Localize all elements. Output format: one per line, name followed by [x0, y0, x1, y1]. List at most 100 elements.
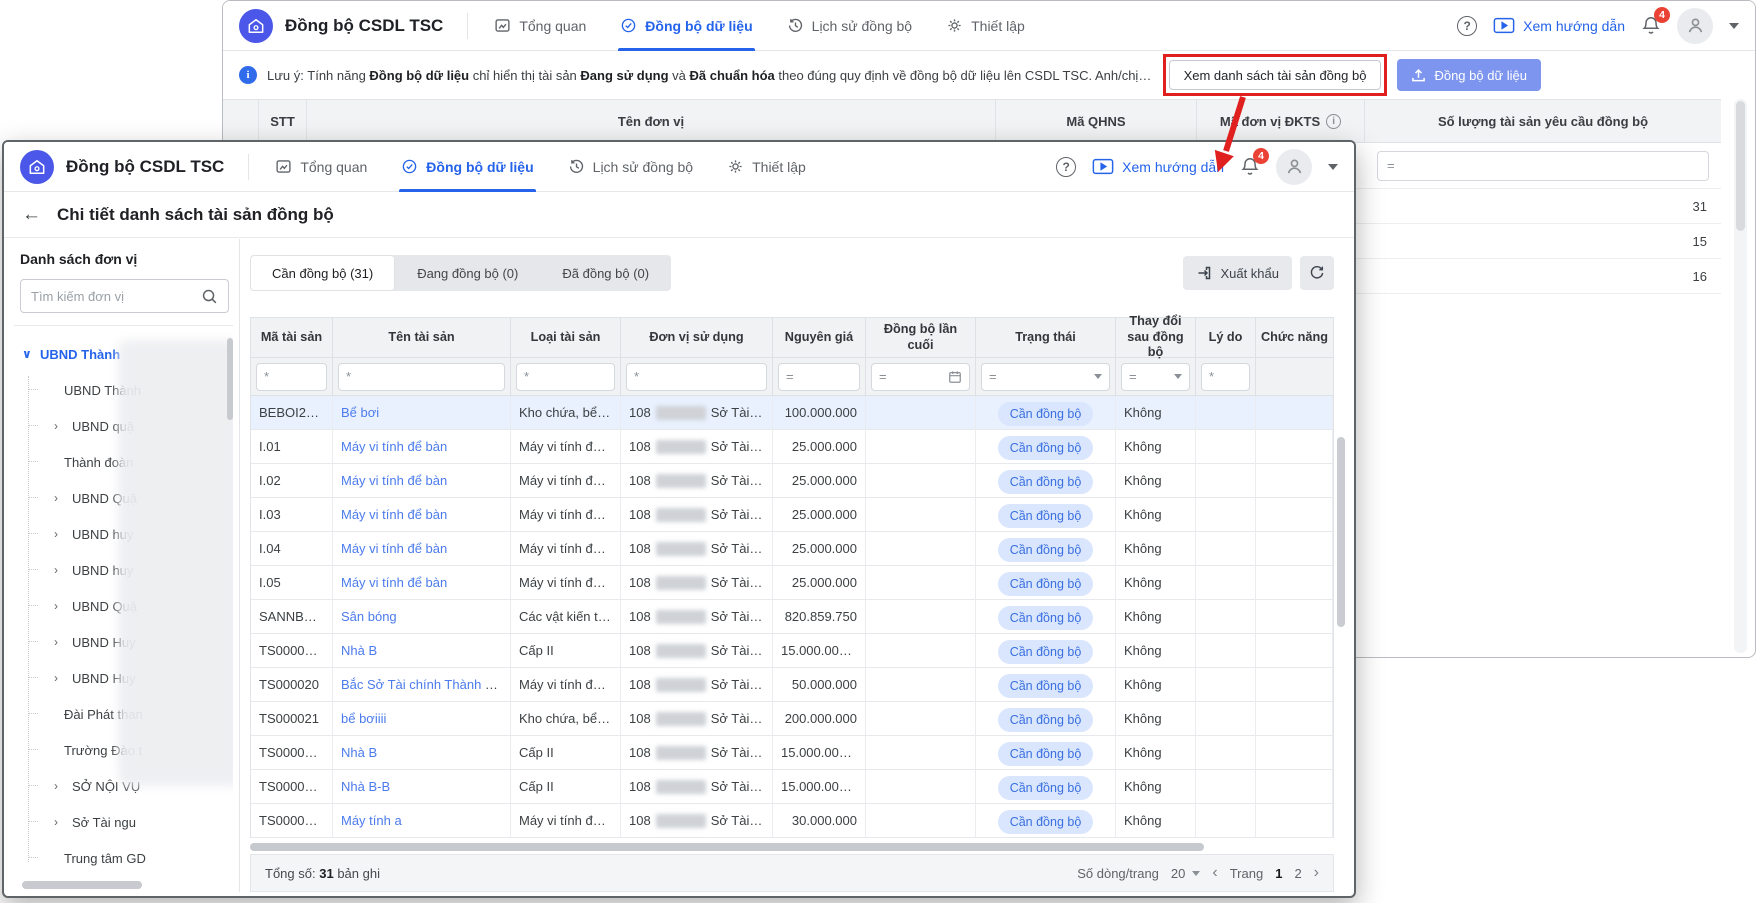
asset-row[interactable]: I.02 Máy vi tính để bàn Máy vi tính để b…	[251, 464, 1333, 498]
chevron-down-icon[interactable]	[1328, 164, 1338, 170]
view-sync-list-button[interactable]: Xem danh sách tài sản đồng bộ	[1169, 60, 1382, 90]
asset-name-link[interactable]: Bắc Sở Tài chính Thành Phố...	[341, 677, 511, 692]
asset-name-link[interactable]: Bể bơi	[341, 405, 379, 420]
asset-row[interactable]: I.03 Máy vi tính để bàn Máy vi tính để b…	[251, 498, 1333, 532]
tree-caret-icon[interactable]: ›	[54, 671, 64, 685]
asset-row[interactable]: I.01 Máy vi tính để bàn Máy vi tính để b…	[251, 430, 1333, 464]
avatar[interactable]	[1276, 149, 1312, 185]
tab-tong-quan[interactable]: Tổng quan	[275, 142, 367, 192]
asset-name-link[interactable]: Nhà B-B	[341, 779, 390, 794]
guide-link[interactable]: Xem hướng dẫn	[1493, 17, 1625, 34]
back-scrollbar-thumb[interactable]	[1736, 101, 1745, 231]
upload-icon	[1411, 68, 1426, 83]
tree-caret-icon[interactable]: ›	[54, 635, 64, 649]
filter-ma-tai-san[interactable]: *	[256, 363, 327, 391]
prev-page-button[interactable]: ‹	[1212, 865, 1217, 881]
back-scrollbar[interactable]	[1734, 99, 1747, 653]
tree-caret-icon[interactable]: ›	[54, 815, 64, 829]
filter-trang-thai[interactable]: =	[981, 363, 1110, 391]
asset-code: SANNB2024.01	[251, 600, 333, 634]
filter-ly-do[interactable]: *	[1201, 363, 1250, 391]
asset-name-link[interactable]: Máy vi tính để bàn	[341, 541, 447, 556]
asset-last-sync	[866, 770, 976, 804]
unit-search-input[interactable]	[31, 289, 193, 304]
asset-row[interactable]: TS000026_2-... Máy tính a Máy vi tính để…	[251, 804, 1333, 838]
tree-caret-icon[interactable]: ›	[54, 599, 64, 613]
guide-link[interactable]: Xem hướng dẫn	[1092, 158, 1224, 175]
page-number[interactable]: 2	[1294, 866, 1301, 881]
person-icon	[1285, 157, 1304, 176]
tab-lich-su-dong-bo[interactable]: Lịch sử đồng bộ	[787, 1, 912, 51]
asset-name-link[interactable]: bể bơiiii	[341, 711, 386, 726]
asset-name-link[interactable]: Máy vi tính để bàn	[341, 473, 447, 488]
table-hscrollbar[interactable]	[250, 842, 1334, 852]
tree-caret-icon[interactable]: ›	[54, 419, 64, 433]
chevron-down-icon[interactable]	[1729, 23, 1739, 29]
filter-dong-bo-lan-cuoi[interactable]: =	[871, 363, 970, 391]
asset-name-link[interactable]: Sân bóng	[341, 609, 397, 624]
asset-name-link[interactable]: Máy vi tính để bàn	[341, 439, 447, 454]
tab-lich-su-dong-bo[interactable]: Lịch sử đồng bộ	[568, 142, 693, 192]
tree-item-unit[interactable]: › Sở Tài ngu	[14, 804, 233, 840]
notifications-button[interactable]: 4	[1240, 156, 1260, 177]
filter-loai-tai-san[interactable]: *	[516, 363, 615, 391]
asset-name-link[interactable]: Máy vi tính để bàn	[341, 575, 447, 590]
tab-thiet-lap[interactable]: Thiết lập	[727, 142, 806, 192]
tree-caret-icon[interactable]: ›	[54, 779, 64, 793]
tree-caret-icon[interactable]: ›	[54, 563, 64, 577]
page-size-select[interactable]: 20	[1171, 866, 1200, 881]
col-ly-do: Lý do	[1196, 318, 1256, 358]
sidebar-scrollbar-thumb[interactable]	[227, 338, 233, 420]
asset-name-link[interactable]: Máy tính a	[341, 813, 402, 828]
asset-row[interactable]: TS000020 Bắc Sở Tài chính Thành Phố... M…	[251, 668, 1333, 702]
avatar[interactable]	[1677, 8, 1713, 44]
table-footer: Tổng số: 31 bản ghi Số dòng/trang 20 ‹ T…	[250, 854, 1334, 892]
asset-name-link[interactable]: Nhà B	[341, 745, 377, 760]
asset-row[interactable]: I.05 Máy vi tính để bàn Máy vi tính để b…	[251, 566, 1333, 600]
asset-type: Máy vi tính để bàn	[511, 668, 621, 702]
asset-name-link[interactable]: Máy vi tính để bàn	[341, 507, 447, 522]
help-icon[interactable]	[1457, 16, 1477, 36]
tree-item-unit[interactable]: Trung tâm GD	[14, 840, 233, 876]
back-arrow-icon[interactable]: ←	[22, 205, 41, 224]
help-icon[interactable]	[1056, 157, 1076, 177]
asset-row[interactable]: TS000023_1-... Nhà B-B Cấp II 108Sở Tài …	[251, 770, 1333, 804]
asset-row[interactable]: TS000021_1 Nhà B Cấp II 108Sở Tài chính.…	[251, 736, 1333, 770]
table-scrollbar-thumb[interactable]	[1337, 437, 1345, 627]
refresh-button[interactable]	[1300, 256, 1334, 290]
page-number[interactable]: 1	[1275, 866, 1282, 881]
asset-row[interactable]: TS000021 bể bơiiii Kho chứa, bể chứ... 1…	[251, 702, 1333, 736]
tab-dang-dong-bo[interactable]: Đang đồng bộ (0)	[395, 255, 540, 291]
tab-dong-bo-du-lieu[interactable]: Đồng bộ dữ liệu	[620, 1, 752, 51]
tree-caret-icon[interactable]: ›	[54, 527, 64, 541]
export-button[interactable]: Xuất khẩu	[1183, 256, 1292, 290]
tab-da-dong-bo[interactable]: Đã đồng bộ (0)	[540, 255, 671, 291]
sidebar-hscrollbar-thumb[interactable]	[22, 881, 142, 889]
tab-tong-quan[interactable]: Tổng quan	[494, 1, 586, 51]
asset-name-link[interactable]: Nhà B	[341, 643, 377, 658]
asset-type: Cấp II	[511, 770, 621, 804]
overview-icon	[494, 17, 511, 34]
filter-don-vi[interactable]: *	[626, 363, 767, 391]
filter-ten-tai-san[interactable]: *	[338, 363, 505, 391]
asset-row[interactable]: BEBOI2022.01 Bể bơi Kho chứa, bể chứ... …	[251, 396, 1333, 430]
asset-row[interactable]: I.04 Máy vi tính để bàn Máy vi tính để b…	[251, 532, 1333, 566]
filter-nguyen-gia[interactable]: =	[778, 363, 860, 391]
tab-thiet-lap[interactable]: Thiết lập	[946, 1, 1025, 51]
sync-data-button[interactable]: Đồng bộ dữ liệu	[1397, 59, 1541, 91]
info-icon[interactable]	[1326, 114, 1341, 129]
notifications-button[interactable]: 4	[1641, 15, 1661, 36]
next-page-button[interactable]: ›	[1314, 865, 1319, 881]
table-hscrollbar-thumb[interactable]	[250, 843, 1204, 851]
tab-can-dong-bo[interactable]: Cần đồng bộ (31)	[250, 255, 395, 291]
tree-caret-icon[interactable]: ›	[54, 491, 64, 505]
settings-icon	[946, 17, 963, 34]
tree-caret-icon[interactable]: ∨	[22, 347, 32, 361]
asset-row[interactable]: TS000012_1 Nhà B Cấp II 108Sở Tài chính.…	[251, 634, 1333, 668]
filter-thay-doi[interactable]: =	[1121, 363, 1190, 391]
tab-dong-bo-du-lieu[interactable]: Đồng bộ dữ liệu	[401, 142, 533, 192]
count-filter-input[interactable]: =	[1377, 151, 1709, 181]
asset-price: 100.000.000	[773, 396, 866, 430]
asset-row[interactable]: SANNB2024.01 Sân bóng Các vật kiến trúc.…	[251, 600, 1333, 634]
sync-check-icon	[620, 17, 637, 34]
